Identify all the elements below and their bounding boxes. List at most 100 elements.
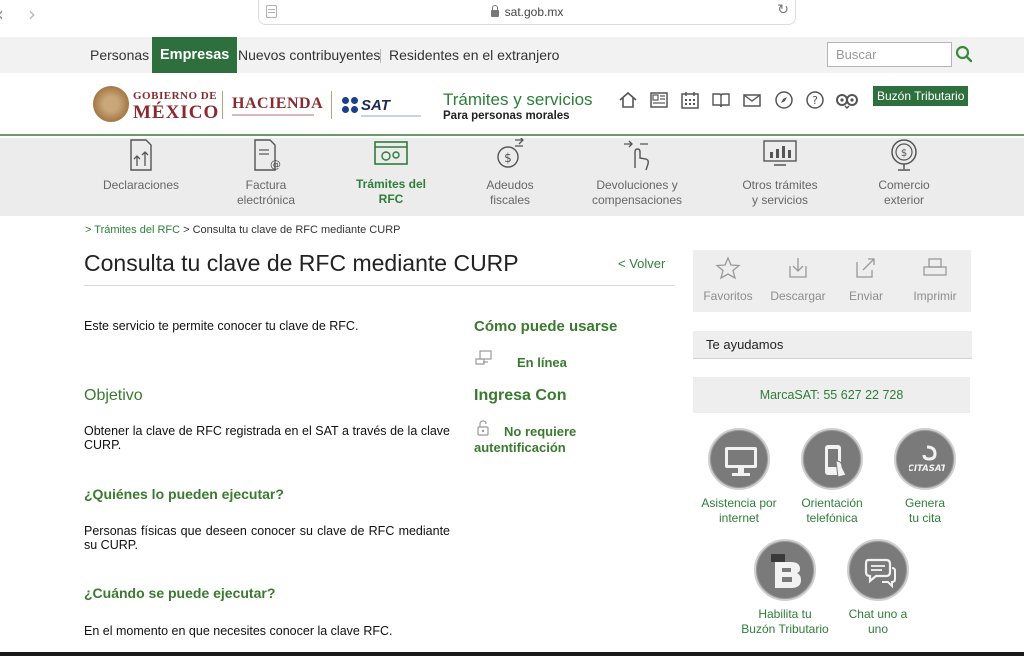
tool-label: Imprimir — [913, 289, 957, 303]
category-label: Otros trámites — [742, 178, 818, 192]
ingresa-con-heading: Ingresa Con — [474, 387, 567, 404]
svg-text:?: ? — [812, 94, 818, 107]
volver-link[interactable]: < Volver — [618, 256, 665, 271]
como-usarse-value: En línea — [517, 355, 567, 370]
compass-icon[interactable] — [774, 90, 794, 110]
hand-pointer-icon — [624, 140, 649, 171]
buzon-tributario-circle-button[interactable] — [754, 539, 816, 601]
tool-label: Descargar — [770, 289, 826, 303]
sat-subtitle-line — [361, 115, 421, 117]
category-label: electrónica — [236, 193, 296, 207]
genera-cita-button[interactable]: CITASAT — [894, 428, 956, 490]
gob-line2: MÉXICO — [133, 102, 220, 123]
search-icon[interactable] — [955, 45, 973, 63]
nav-residentes-extranjero[interactable]: Residentes en el extranjero — [389, 37, 559, 73]
tramites-rfc-icon — [374, 141, 408, 165]
hacienda-subtitle-line — [232, 114, 314, 116]
browser-chrome: ‹ › sat.gob.mx ↻ — [0, 0, 1024, 36]
logo-divider — [222, 91, 223, 119]
marcasat-phone[interactable]: MarcaSAT: 55 627 22 728 — [693, 377, 970, 413]
address-bar[interactable]: sat.gob.mx ↻ — [258, 0, 796, 25]
contact-label: telefónica — [806, 511, 858, 525]
descargar-button[interactable]: Descargar — [763, 256, 833, 303]
breadcrumb-separator: > — [180, 224, 193, 236]
buzon-b-icon — [771, 554, 801, 588]
newspaper-icon[interactable] — [649, 90, 669, 110]
title-divider — [84, 285, 675, 286]
computer-icon — [725, 447, 757, 476]
help-icon[interactable]: ? — [805, 90, 825, 110]
computer-small-icon — [475, 350, 492, 365]
phone-icon — [825, 445, 847, 478]
category-comercio-exterior[interactable]: $ Comercio exterior — [870, 138, 938, 208]
asistencia-internet-button[interactable] — [708, 428, 770, 490]
category-declaraciones[interactable]: Declaraciones — [100, 138, 182, 193]
home-icon[interactable] — [618, 90, 638, 110]
back-arrow-icon[interactable]: ‹ — [0, 2, 4, 26]
factura-icon: @ — [254, 139, 281, 171]
ingresa-con-value-line2: autentificación — [474, 440, 566, 455]
owl-icon[interactable] — [834, 90, 860, 110]
top-navigation: Personas Empresas Nuevos contribuyentes … — [0, 37, 1024, 73]
search-input[interactable] — [827, 42, 952, 67]
calendar-icon[interactable] — [680, 90, 700, 110]
buzon-tributario-button[interactable]: Buzón Tributario — [873, 86, 969, 106]
section-title: Trámites y servicios — [443, 90, 593, 109]
como-usarse-heading: Cómo puede usarse — [474, 318, 618, 335]
logo-divider — [331, 91, 332, 119]
enviar-button[interactable]: Enviar — [831, 256, 901, 303]
breadcrumb-prefix: > — [85, 224, 95, 236]
section-subtitle: Para personas morales — [443, 110, 570, 122]
category-otros-tramites[interactable]: Otros trámites y servicios — [734, 138, 826, 208]
category-devoluciones[interactable]: Devoluciones y compensaciones — [586, 138, 688, 208]
favoritos-button[interactable]: Favoritos — [693, 256, 763, 303]
svg-text:@: @ — [270, 158, 281, 171]
hacienda-logo[interactable]: HACIENDA — [232, 95, 323, 113]
book-icon[interactable] — [711, 90, 731, 110]
category-label: exterior — [883, 193, 924, 207]
tool-label: Favoritos — [703, 289, 753, 303]
contact-label: Genera — [904, 496, 946, 510]
gobierno-seal-logo — [93, 86, 129, 122]
cuando-heading: ¿Cuándo se puede ejecutar? — [84, 585, 276, 601]
contact-label: Buzón Tributario — [741, 622, 829, 636]
genera-cita-label[interactable]: Genera tu cita — [870, 496, 980, 526]
url-value: sat.gob.mx — [504, 5, 564, 19]
nav-nuevos-contribuyentes[interactable]: Nuevos contribuyentes — [238, 37, 380, 73]
breadcrumb: > Trámites del RFC > Consulta tu clave d… — [85, 224, 400, 236]
orientacion-telefonica-button[interactable] — [801, 428, 863, 490]
gob-line1: GOBIERNO DE — [133, 90, 218, 102]
category-label: Devoluciones y — [596, 178, 678, 192]
imprimir-button[interactable]: Imprimir — [900, 256, 970, 303]
reload-icon[interactable]: ↻ — [777, 2, 789, 18]
ingresa-con-value: No requiere — [504, 424, 577, 439]
nav-personas[interactable]: Personas — [90, 37, 149, 73]
download-icon — [789, 258, 807, 278]
category-label: y servicios — [751, 193, 808, 207]
category-tramites-rfc[interactable]: Trámites del RFC — [346, 138, 436, 207]
citasat-icon: CITASAT — [909, 445, 945, 474]
svg-text:$: $ — [901, 148, 907, 159]
nav-empresas[interactable]: Empresas — [152, 37, 238, 73]
breadcrumb-link-tramites-rfc[interactable]: Trámites del RFC — [94, 224, 180, 236]
page-title: Consulta tu clave de RFC mediante CURP — [84, 250, 519, 276]
gobierno-mexico-logo[interactable]: GOBIERNO DE MÉXICO — [133, 90, 220, 123]
chat-label[interactable]: Chat uno a uno — [823, 607, 933, 637]
category-factura-electronica[interactable]: @ Factura electrónica — [226, 138, 306, 208]
mail-icon[interactable] — [742, 90, 762, 110]
unlock-icon — [477, 420, 489, 436]
sat-logo[interactable]: SAT — [361, 97, 390, 114]
objetivo-heading: Objetivo — [84, 387, 143, 404]
cuando-text: En el momento en que necesites conocer l… — [84, 624, 393, 638]
declaraciones-icon — [130, 139, 152, 171]
contact-label: internet — [718, 511, 760, 525]
category-adeudos-fiscales[interactable]: $ Adeudos fiscales — [474, 138, 546, 208]
bottom-edge — [0, 652, 1024, 656]
objetivo-text: Obtener la clave de RFC registrada en el… — [84, 424, 450, 452]
site-header: GOBIERNO DE MÉXICO HACIENDA SAT Trámites… — [0, 73, 1024, 136]
chat-button[interactable] — [847, 539, 909, 601]
sat-logo-mark — [342, 97, 360, 115]
tool-label: Enviar — [848, 289, 883, 303]
adeudos-icon: $ — [497, 138, 524, 168]
forward-arrow-icon[interactable]: › — [28, 2, 36, 26]
